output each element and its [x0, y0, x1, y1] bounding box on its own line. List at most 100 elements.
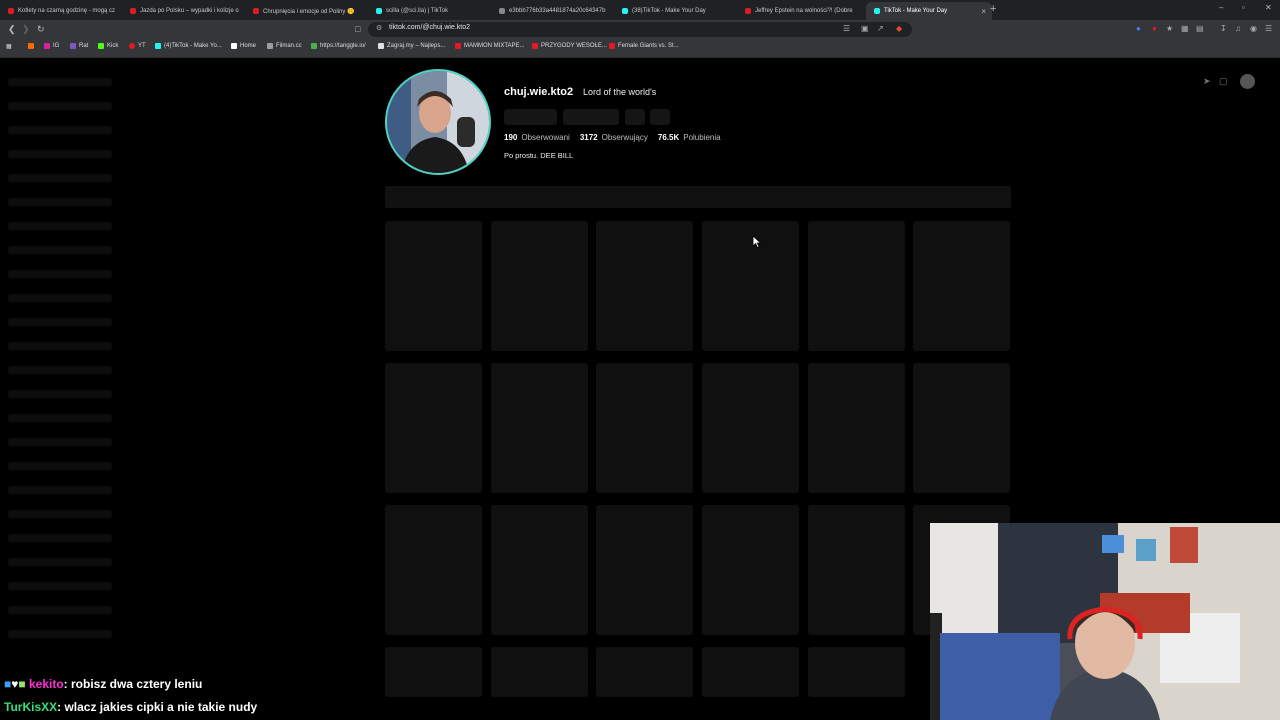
video-thumbnail-skeleton[interactable]	[491, 647, 588, 697]
video-thumbnail-skeleton[interactable]	[385, 505, 482, 635]
video-thumbnail-skeleton[interactable]	[913, 221, 1010, 351]
bookmark-item[interactable]: Zagraj.my – Najleps...	[378, 43, 445, 49]
video-thumbnail-skeleton[interactable]	[808, 363, 905, 493]
video-thumbnail-skeleton[interactable]	[702, 363, 799, 493]
video-thumbnail-skeleton[interactable]	[596, 363, 693, 493]
skeleton-line	[8, 126, 112, 134]
inbox-icon[interactable]: ▢	[1219, 76, 1228, 87]
wallet-icon[interactable]: ◉	[1250, 24, 1257, 33]
bookmark-item[interactable]: MAMMON MIXTAPE...	[455, 43, 525, 49]
bookmark-item[interactable]: Filman.cc	[267, 43, 302, 49]
video-thumbnail-skeleton[interactable]	[702, 221, 799, 351]
sidebar-icon[interactable]: ▤	[1196, 24, 1204, 33]
youtube-icon	[609, 43, 615, 49]
video-thumbnail-skeleton[interactable]	[385, 221, 482, 351]
video-thumbnail-skeleton[interactable]	[491, 505, 588, 635]
bookmark-icon[interactable]: □	[355, 24, 360, 34]
browser-tab[interactable]: Jeffrey Epstein na wolności?! (Dobre	[745, 2, 855, 20]
tiktok-icon	[376, 8, 382, 14]
skeleton-line	[8, 510, 112, 518]
browser-tab[interactable]: Chrupnięcia i emocje od Poliny 🤫	[253, 2, 363, 20]
tiktok-icon	[874, 8, 880, 14]
skeleton-line	[8, 270, 112, 278]
bookmark-favicon	[70, 43, 76, 49]
following-count[interactable]: 190 Obserwowani	[504, 133, 570, 142]
video-thumbnail-skeleton[interactable]	[808, 505, 905, 635]
video-thumbnail-skeleton[interactable]	[491, 363, 588, 493]
tab-strip: Kotlety na czarną godzinę - mogą cz Jazd…	[0, 0, 1280, 20]
back-arrow-icon[interactable]: ❮	[8, 24, 16, 35]
skeleton-line	[8, 558, 112, 566]
video-thumbnail-skeleton[interactable]	[913, 363, 1010, 493]
bookmark-item[interactable]: https://tanggle.io/	[311, 43, 366, 49]
video-thumbnail-skeleton[interactable]	[808, 647, 905, 697]
video-thumbnail-skeleton[interactable]	[385, 363, 482, 493]
video-thumbnail-skeleton[interactable]	[702, 647, 799, 697]
share-icon[interactable]: ↗	[877, 24, 884, 33]
skeleton-line	[8, 534, 112, 542]
avatar-photo	[387, 71, 489, 173]
bookmark-item[interactable]: YT	[129, 43, 146, 49]
bookmark-item[interactable]: Female Giants vs. St...	[609, 43, 679, 49]
follow-button-skeleton	[504, 109, 557, 125]
close-window-button[interactable]: ✕	[1265, 3, 1272, 12]
apps-grid-icon[interactable]: ▦	[6, 43, 12, 50]
forward-arrow-icon[interactable]: ❯	[22, 24, 30, 35]
video-thumbnail-skeleton[interactable]	[596, 647, 693, 697]
reader-icon[interactable]: ▣	[861, 24, 869, 33]
puzzle-icon[interactable]: ▦	[1181, 24, 1189, 33]
browser-tab[interactable]: Kotlety na czarną godzinę - mogą cz	[8, 2, 118, 20]
bookmark-item[interactable]: Rat	[70, 43, 88, 49]
minimize-button[interactable]: –	[1219, 3, 1223, 12]
bookmark-item[interactable]: PRZYGODY WESOŁE...	[532, 43, 607, 49]
menu-icon[interactable]: ☰	[1265, 24, 1272, 33]
browser-tab[interactable]: (38)TikTok - Make Your Day	[622, 2, 732, 20]
extension-icon[interactable]: ●	[1136, 24, 1141, 33]
skeleton-line	[8, 198, 112, 206]
tiktok-icon	[622, 8, 628, 14]
send-icon[interactable]: ➤	[1203, 76, 1211, 87]
skeleton-line	[8, 486, 112, 494]
bookmark-item[interactable]: Kick	[98, 43, 118, 49]
site-info-icon[interactable]: ⚙	[376, 24, 382, 32]
extension-icon[interactable]: ●	[1152, 24, 1157, 33]
bookmark-favicon	[267, 43, 273, 49]
video-thumbnail-skeleton[interactable]	[702, 505, 799, 635]
bookmark-item[interactable]: (4)TikTok - Make Yo...	[155, 43, 222, 49]
video-thumbnail-skeleton[interactable]	[596, 505, 693, 635]
webcam-feed	[930, 523, 1280, 720]
webcam-overlay	[930, 523, 1280, 720]
bookmark-item[interactable]: IG	[44, 43, 59, 49]
browser-tab[interactable]: scilla (@sci.lla) | TikTok	[376, 2, 486, 20]
skeleton-line	[8, 318, 112, 326]
browser-tab[interactable]: Jazda po Polsku – wypadki i kolizje o	[130, 2, 240, 20]
music-icon[interactable]: ♫	[1235, 24, 1241, 33]
bookmark-favicon	[28, 43, 34, 49]
download-icon[interactable]: ↧	[1220, 24, 1227, 33]
profile-avatar[interactable]	[385, 69, 491, 175]
video-thumbnail-skeleton[interactable]	[385, 647, 482, 697]
new-tab-button[interactable]: +	[990, 3, 996, 15]
extension-icon[interactable]: ★	[1166, 24, 1173, 33]
followers-count[interactable]: 3172 Obserwujący	[580, 133, 648, 142]
reload-icon[interactable]: ↻	[37, 24, 45, 35]
skeleton-line	[8, 438, 112, 446]
brave-shield-icon[interactable]: ◆	[896, 24, 902, 33]
translate-icon[interactable]: ☰	[843, 24, 850, 33]
profile-stats: 190 Obserwowani 3172 Obserwujący 76.5K Polu…	[504, 133, 721, 142]
browser-tab-active[interactable]: TikTok - Make Your Day ×	[866, 2, 992, 20]
chat-username: kekito	[28, 677, 64, 691]
user-avatar[interactable]	[1240, 74, 1255, 89]
bookmark-item[interactable]	[28, 43, 37, 49]
maximize-button[interactable]: ▫	[1242, 3, 1245, 12]
video-thumbnail-skeleton[interactable]	[808, 221, 905, 351]
url-text[interactable]: tiktok.com/@chuj.wie.kto2	[389, 24, 470, 31]
profile-username: chuj.wie.kto2	[504, 86, 574, 98]
video-thumbnail-skeleton[interactable]	[596, 221, 693, 351]
browser-tab[interactable]: e3bbb776b33a4481874a20c64347b	[499, 2, 609, 20]
bookmark-item[interactable]: Home	[231, 43, 256, 49]
skeleton-line	[8, 294, 112, 302]
video-thumbnail-skeleton[interactable]	[491, 221, 588, 351]
skeleton-line	[8, 366, 112, 374]
skeleton-line	[8, 342, 112, 350]
